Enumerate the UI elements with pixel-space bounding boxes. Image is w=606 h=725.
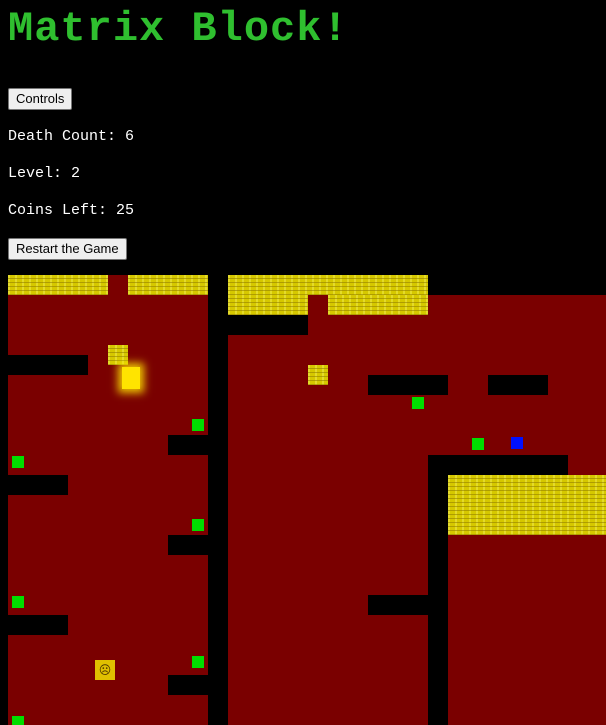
wall-segment (488, 375, 548, 395)
coin (472, 438, 484, 450)
death-count-stat: Death Count: 6 (8, 128, 134, 145)
coin (12, 456, 24, 468)
coin (192, 519, 204, 531)
wall-segment (228, 315, 308, 335)
coin (192, 419, 204, 431)
wall-segment (368, 375, 448, 395)
player-block (122, 367, 140, 389)
coins-left-label: Coins Left: (8, 202, 108, 219)
wall-segment (168, 535, 208, 555)
wall-segment (8, 475, 68, 495)
page-title: Matrix Block! (8, 5, 349, 53)
wall-segment (8, 355, 88, 375)
coin (192, 656, 204, 668)
enemy-block: ☹ (95, 660, 115, 680)
floor-left (8, 275, 208, 725)
coin (412, 397, 424, 409)
hazard-zone (228, 275, 428, 295)
wall-divider (208, 275, 228, 725)
death-count-label: Death Count: (8, 128, 117, 145)
hazard-block (308, 365, 328, 385)
coin (12, 596, 24, 608)
wall-segment (168, 675, 208, 695)
wall-segment (428, 475, 448, 725)
death-count-value: 6 (125, 128, 135, 145)
hazard-zone (8, 275, 108, 295)
wall-segment (168, 435, 208, 455)
frowning-block-icon: ☹ (98, 663, 112, 677)
hazard-zone (128, 275, 208, 295)
hazard-block (108, 345, 128, 365)
coins-left-stat: Coins Left: 25 (8, 202, 134, 219)
level-stat: Level: 2 (8, 165, 80, 182)
coins-left-value: 25 (116, 202, 135, 219)
hazard-zone (448, 475, 606, 535)
restart-button[interactable]: Restart the Game (8, 238, 127, 260)
goal-block (511, 437, 523, 449)
game-board[interactable]: ☹ (8, 275, 606, 725)
wall-segment (428, 455, 568, 475)
coin (12, 716, 24, 725)
wall-segment (368, 595, 428, 615)
level-value: 2 (71, 165, 81, 182)
wall-segment (8, 615, 68, 635)
hazard-zone (228, 295, 308, 315)
controls-button[interactable]: Controls (8, 88, 73, 110)
level-label: Level: (8, 165, 63, 182)
hazard-zone (328, 295, 428, 315)
